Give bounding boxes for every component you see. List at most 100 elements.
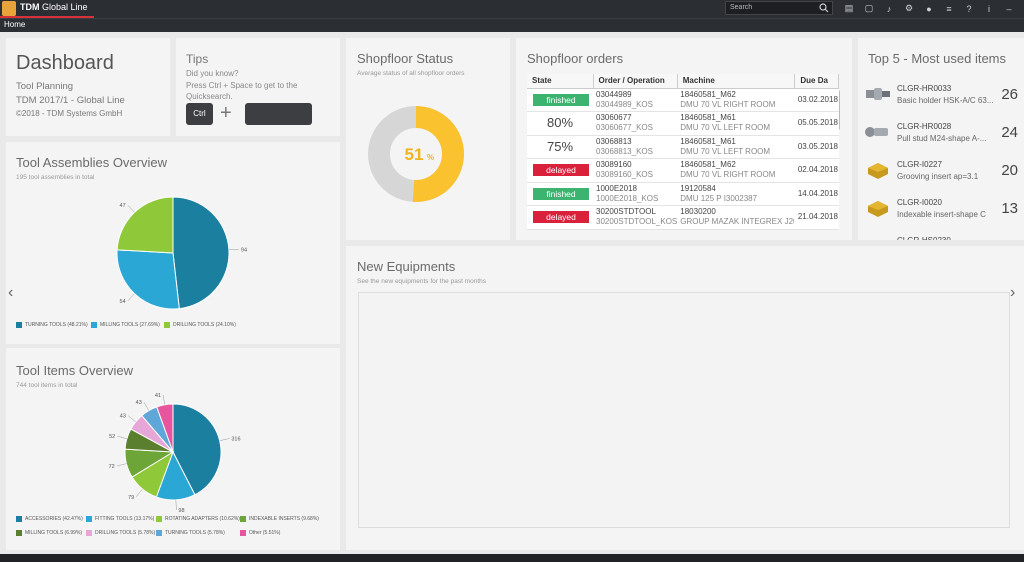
next-arrow-icon[interactable]: ›	[1010, 284, 1015, 302]
pie-value-label: 98	[178, 508, 184, 514]
assemblies-subtitle: 195 tool assemblies in total	[16, 174, 95, 181]
shopfloor-orders-title: Shopfloor orders	[527, 51, 624, 66]
shopfloor-status-panel: Shopfloor Status Average status of all s…	[346, 38, 510, 240]
search-input[interactable]: Search	[725, 1, 833, 15]
legend-item: DRILLING TOOLS (5.78%)	[86, 530, 155, 536]
assemblies-pie: 94 54 47	[116, 196, 247, 310]
pie-value-label: 54	[120, 299, 126, 305]
orders-row[interactable]: finished 1000E2018 1000E2018_KOS 19120584…	[527, 182, 839, 206]
cell-order: 03060677 03060677_KOS	[593, 111, 678, 136]
order-number: 03044989	[596, 89, 632, 99]
item-code: CLGR-HS0230	[897, 236, 951, 240]
top5-item[interactable]: CLGR-I0227 Grooving insert ap=3.1 20	[858, 160, 1024, 196]
order-number: 03089160	[596, 160, 632, 170]
dashboard-title: Dashboard	[16, 52, 114, 74]
restore-icon[interactable]: ❐	[1020, 2, 1024, 15]
insert-icon	[864, 198, 892, 218]
legend-item: Other (5.51%)	[240, 530, 280, 536]
legend-label: TURNING TOOLS (5.78%)	[165, 530, 225, 536]
bell-icon[interactable]: ♪	[880, 2, 898, 15]
top5-item[interactable]: CLGR-HS0230 10	[858, 236, 1024, 240]
orders-row[interactable]: finished 03044989 03044989_KOS 18460581_M…	[527, 88, 839, 112]
legend-label: Other (5.51%)	[249, 530, 281, 536]
item-code: CLGR-I0020	[897, 198, 942, 207]
legend-item: TURNING TOOLS (5.78%)	[156, 530, 225, 536]
window-icon[interactable]: ▢	[860, 2, 878, 15]
legend-swatch	[16, 516, 22, 522]
items-title: Tool Items Overview	[16, 363, 134, 378]
pie-slice[interactable]	[172, 196, 230, 310]
search-icon[interactable]	[819, 3, 829, 13]
machine-id: 18030200	[680, 207, 716, 217]
pie-value-label: 72	[109, 464, 115, 470]
assemblies-title: Tool Assemblies Overview	[16, 155, 167, 170]
item-count: 26	[1001, 86, 1018, 103]
equipments-chart-area	[358, 292, 1010, 528]
orders-row[interactable]: delayed 30200STDTOOL 30200STDTOOL_KOS 180…	[527, 205, 839, 230]
taskbar	[0, 554, 1024, 562]
holder-icon	[864, 84, 892, 104]
legend-item: TURNING TOOLS (48.21%)	[16, 322, 88, 328]
machine-name: DMU 70 VL LEFT ROOM	[680, 146, 771, 156]
title-bar: TDM Global Line Search ▤▢♪⚙●≡?i–❐✕	[0, 0, 1024, 18]
pie-label-leader	[219, 438, 230, 441]
legend-item: MILLING TOOLS (6.99%)	[16, 530, 82, 536]
top5-item[interactable]: CLGR-I0020 Indexable insert-shape C 13	[858, 198, 1024, 234]
col-state[interactable]: State	[527, 74, 594, 89]
orders-row[interactable]: 75% 03068813 03068813_KOS 18460581_M61 DMU…	[527, 135, 839, 159]
pie-label-leader	[127, 293, 135, 302]
key-space	[245, 103, 312, 125]
cell-machine: 18460581_M62 DMU 70 VL RIGHT ROOM	[677, 158, 795, 183]
menu-home[interactable]: Home	[4, 20, 25, 29]
pie-label-leader	[135, 488, 143, 497]
legend-swatch	[86, 516, 92, 522]
user-icon[interactable]: ●	[920, 2, 938, 15]
col-machine[interactable]: Machine	[677, 74, 796, 89]
key-ctrl: Ctrl	[186, 103, 213, 125]
top5-item[interactable]: CLGR-HR0033 Basic holder HSK-A/C 63... 2…	[858, 84, 1024, 120]
pie-label-leader	[175, 499, 177, 510]
col-due[interactable]: Due Da	[794, 74, 839, 89]
list-icon[interactable]: ≡	[940, 2, 958, 15]
item-code: CLGR-HR0033	[897, 84, 952, 93]
orders-row[interactable]: delayed 03089160 03089160_KOS 18460581_M6…	[527, 158, 839, 183]
donut-percent: 51	[405, 145, 424, 164]
info-icon[interactable]: i	[980, 2, 998, 15]
legend-swatch	[240, 530, 246, 536]
pie-label-leader	[127, 415, 136, 423]
cell-state: 80%	[527, 111, 594, 136]
legend-label: MILLING TOOLS (6.99%)	[25, 530, 83, 536]
col-order[interactable]: Order / Operation	[593, 74, 678, 89]
cell-machine: 18460581_M61 DMU 70 VL LEFT ROOM	[677, 135, 795, 159]
order-operation: 03089160_KOS	[596, 170, 653, 180]
connection-icon[interactable]: ⚙	[900, 2, 918, 15]
item-count: 20	[1001, 162, 1018, 179]
orders-row[interactable]: 80% 03060677 03060677_KOS 18460581_M61 DMU…	[527, 111, 839, 136]
cell-order: 1000E2018 1000E2018_KOS	[593, 182, 678, 206]
pie-slice[interactable]	[116, 249, 180, 310]
order-operation: 1000E2018_KOS	[596, 193, 659, 203]
cell-due: 05.05.2018	[794, 111, 839, 136]
top5-item[interactable]: CLGR-HR0028 Pull stud M24-shape A-... 24	[858, 122, 1024, 158]
shopfloor-status-subtitle: Average status of all shopfloor orders	[357, 70, 465, 77]
legend-swatch	[86, 530, 92, 536]
legend-item: MILLING TOOLS (27.69%)	[91, 322, 160, 328]
tips-line-2: Press Ctrl + Space to get to the	[186, 81, 298, 90]
doc-icon[interactable]: ▤	[840, 2, 858, 15]
order-number: 30200STDTOOL	[596, 207, 656, 217]
machine-name: DMU 125 P I3002387	[680, 193, 758, 203]
pie-label-leader	[143, 401, 150, 411]
legend-swatch	[16, 322, 22, 328]
top5-title: Top 5 - Most used items	[868, 51, 1006, 66]
minimize-icon[interactable]: –	[1000, 2, 1018, 15]
state-badge: delayed	[533, 211, 589, 224]
tips-line-1: Did you know?	[186, 69, 239, 78]
pie-label-leader	[117, 435, 127, 440]
legend-swatch	[16, 530, 22, 536]
help-icon[interactable]: ?	[960, 2, 978, 15]
legend-label: MILLING TOOLS (27.69%)	[100, 322, 160, 328]
cell-order: 30200STDTOOL 30200STDTOOL_KOS	[593, 205, 678, 230]
pie-value-label: 47	[120, 203, 126, 209]
cell-due: 03.02.2018	[794, 88, 839, 112]
prev-arrow-icon[interactable]: ‹	[8, 284, 13, 302]
